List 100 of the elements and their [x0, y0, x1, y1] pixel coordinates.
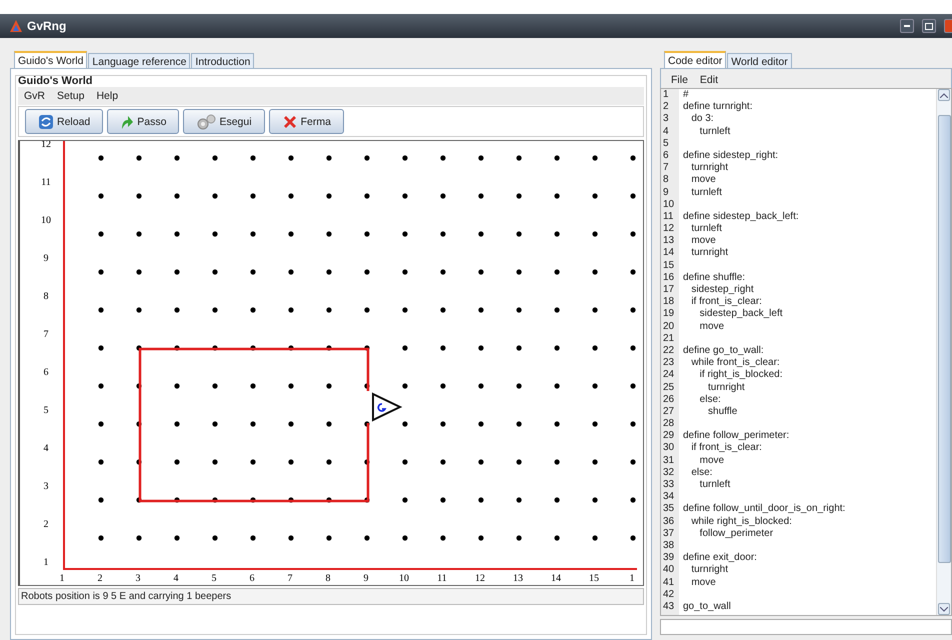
line-number: 9 — [663, 186, 670, 199]
menu-item[interactable]: Help — [96, 90, 118, 102]
code-line: sidestep_back_left — [698, 308, 784, 321]
toolbar-button[interactable]: Passo — [107, 109, 180, 134]
code-line: # — [683, 89, 690, 102]
axis-label: 3 — [44, 481, 48, 492]
line-number: 32 — [663, 466, 676, 479]
tab[interactable]: Introduction — [191, 53, 254, 68]
axis-label: 1 — [630, 573, 634, 584]
gear-icon — [196, 114, 216, 130]
maximize-icon — [925, 22, 933, 30]
group-title: Guido's World — [18, 75, 94, 87]
code-editor[interactable] — [660, 88, 952, 616]
maximize-button[interactable] — [922, 19, 936, 33]
arrow-icon — [120, 114, 134, 130]
line-number: 30 — [663, 442, 676, 455]
code-line: define sidestep_back_left: — [683, 210, 800, 224]
line-number: 29 — [663, 430, 676, 442]
minimize-button[interactable] — [900, 19, 914, 33]
code-line: sidestep_right — [690, 284, 755, 296]
line-number: 18 — [663, 296, 676, 308]
menu-item[interactable]: Setup — [57, 90, 84, 102]
code-line: move — [698, 454, 726, 467]
line-number: 42 — [663, 588, 676, 601]
code-line: define go_to_wall: — [683, 344, 765, 358]
axis-label: 5 — [212, 573, 216, 584]
axis-label: 10 — [399, 573, 409, 584]
axis-label: 2 — [44, 519, 48, 530]
axis-label: 1 — [44, 557, 48, 568]
code-line: define follow_until_door_is_on_right: — [683, 503, 846, 516]
line-number: 7 — [663, 162, 670, 174]
axis-label: 1 — [60, 573, 64, 584]
code-line: move — [690, 174, 717, 186]
code-line: define exit_door: — [683, 552, 758, 564]
line-number: 17 — [663, 284, 676, 296]
toolbar-button[interactable]: Reload — [25, 109, 104, 134]
code-line: do 3: — [690, 113, 715, 126]
axis-label: 6 — [250, 573, 254, 584]
line-number: 25 — [663, 382, 676, 394]
scroll-down-button[interactable] — [938, 603, 950, 615]
toolbar-button[interactable]: Esegui — [183, 109, 265, 134]
line-number: 36 — [663, 516, 676, 528]
line-number: 10 — [663, 198, 676, 211]
axis-label: 7 — [44, 329, 48, 340]
line-number: 20 — [663, 320, 676, 333]
line-number: 35 — [663, 503, 676, 516]
line-number: 13 — [663, 235, 676, 248]
axis-label: 15 — [589, 573, 599, 584]
line-number: 38 — [663, 540, 676, 552]
scroll-thumb[interactable] — [938, 115, 950, 563]
code-line: if right_is_blocked: — [698, 369, 784, 382]
axis-label: 10 — [41, 215, 51, 226]
menu-item[interactable]: GvR — [24, 90, 45, 102]
line-number: 3 — [663, 113, 670, 126]
line-number: 24 — [663, 369, 676, 382]
axis-label: 9 — [44, 253, 48, 264]
tab[interactable]: Language reference — [88, 53, 190, 68]
code-line: while front_is_clear: — [690, 357, 781, 370]
robot-icon — [372, 392, 402, 422]
minimize-icon — [904, 25, 910, 27]
axis-label: 7 — [288, 573, 292, 584]
axis-label: 3 — [136, 573, 140, 584]
line-number: 33 — [663, 479, 676, 492]
axis-label: 5 — [44, 405, 48, 416]
code-line: turnright — [690, 247, 730, 260]
code-line: move — [698, 320, 726, 333]
code-line: define turnright: — [683, 101, 754, 114]
axis-label: 11 — [41, 177, 51, 188]
axis-label: 13 — [513, 573, 523, 584]
menu-item[interactable]: File — [671, 74, 688, 86]
scrollbar[interactable] — [936, 89, 951, 615]
input-field[interactable] — [660, 619, 952, 635]
axis-label: 2 — [98, 573, 102, 584]
toolbar-button[interactable]: Ferma — [268, 109, 344, 134]
code-line: go_to_wall — [683, 600, 732, 614]
menu-item[interactable]: Edit — [700, 74, 718, 86]
chevron-up-icon — [940, 92, 948, 98]
line-number: 15 — [663, 260, 676, 272]
code-line: turnleft — [698, 479, 732, 492]
tab[interactable]: Code editor — [664, 51, 726, 68]
code-line: if front_is_clear: — [690, 296, 763, 308]
line-number: 37 — [663, 528, 676, 540]
tab[interactable]: World editor — [727, 53, 792, 68]
line-number: 19 — [663, 308, 676, 321]
tab[interactable]: Guido's World — [14, 51, 88, 68]
code-line: else: — [690, 466, 714, 479]
line-number: 8 — [663, 174, 670, 186]
code-line: if front_is_clear: — [690, 442, 763, 455]
line-number: 40 — [663, 564, 676, 576]
line-number: 43 — [663, 600, 676, 614]
code-line: else: — [698, 394, 722, 406]
axis-label: 11 — [437, 573, 447, 584]
axis-label: 12 — [475, 573, 485, 584]
scroll-up-button[interactable] — [938, 89, 950, 101]
status-bar: Robots position is 9 5 E and carrying 1 beepers — [18, 588, 644, 605]
code-line: turnright — [707, 382, 746, 394]
line-number: 34 — [663, 491, 676, 504]
line-number: 1 — [663, 89, 670, 102]
line-number: 4 — [663, 126, 670, 138]
line-number: 31 — [663, 454, 676, 467]
